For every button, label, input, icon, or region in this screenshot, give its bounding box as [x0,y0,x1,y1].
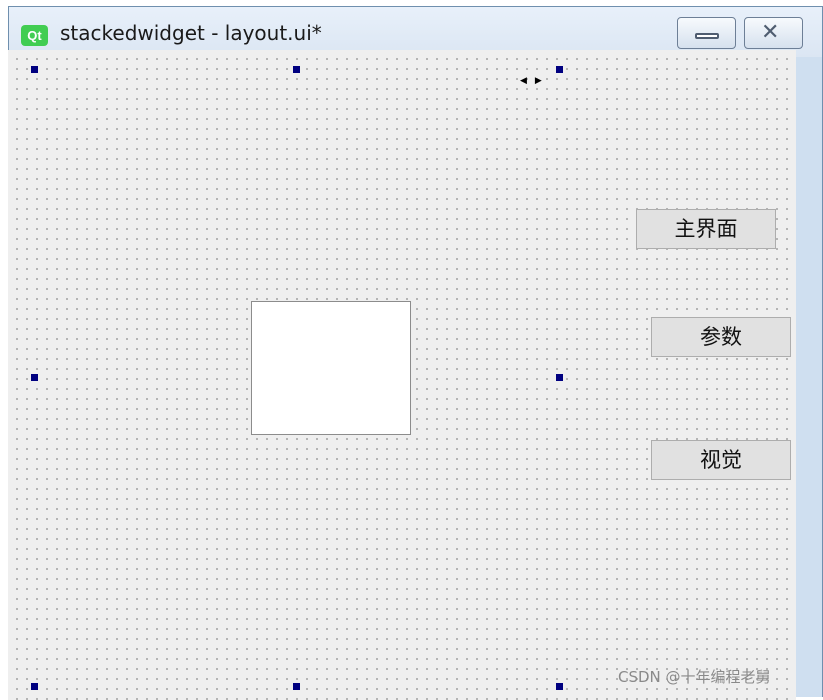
selection-handle-bottom-left[interactable] [31,683,38,690]
close-icon: ✕ [761,20,780,45]
selection-handle-top-left[interactable] [31,66,38,73]
close-button[interactable]: ✕ [744,17,803,49]
watermark: CSDN @十年编程老舅 [618,668,771,686]
vision-button[interactable]: 视觉 [651,440,791,480]
window-title: stackedwidget - layout.ui* [60,21,322,45]
minimize-button[interactable] [677,17,736,49]
qt-logo-icon: Qt [21,25,48,46]
parameters-button[interactable]: 参数 [651,317,791,357]
selection-handle-top-center[interactable] [293,66,300,73]
stacked-widget-page-arrows-icon[interactable]: ◀▶ [520,76,550,86]
main-interface-button[interactable]: 主界面 [636,209,776,249]
selection-handle-middle-left[interactable] [31,374,38,381]
selection-handle-bottom-center[interactable] [293,683,300,690]
stacked-widget-page-frame[interactable] [251,301,411,435]
selection-handle-top-right[interactable] [556,66,563,73]
minimize-icon [695,33,719,39]
selection-handle-bottom-right[interactable] [556,683,563,690]
selection-handle-middle-right[interactable] [556,374,563,381]
